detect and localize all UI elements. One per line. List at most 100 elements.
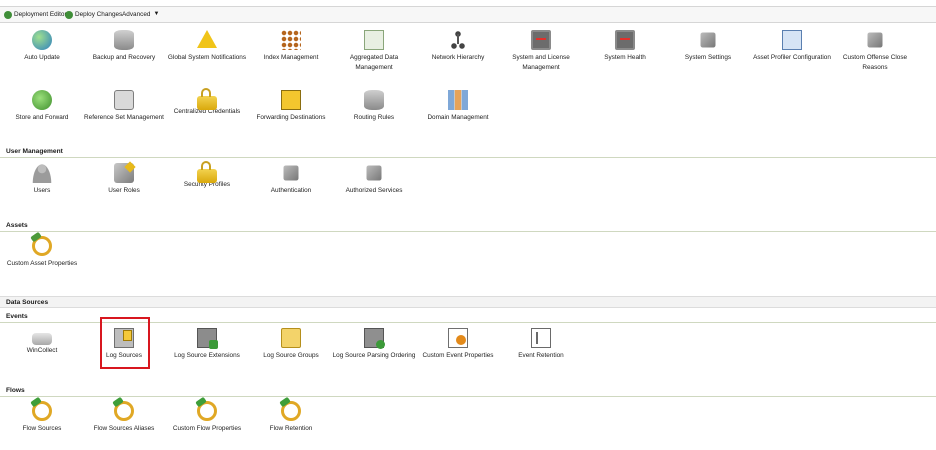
tile-label: Domain Management — [427, 114, 489, 121]
tile-label: Store and Forward — [15, 114, 69, 121]
tile-label: Custom Offense Close Reasons — [842, 54, 908, 71]
flow-sources-icon — [32, 401, 52, 421]
tile-custom-flow-properties[interactable]: Custom Flow Properties — [165, 401, 249, 434]
tile-label: Routing Rules — [353, 114, 395, 121]
network-hierarchy-icon — [448, 30, 468, 50]
tile-custom-asset-properties[interactable]: Custom Asset Properties — [0, 236, 84, 269]
section-assets: Assets — [0, 220, 936, 232]
tile-global-notifications[interactable]: Global System Notifications — [165, 30, 249, 63]
tile-flow-retention[interactable]: Flow Retention — [249, 401, 333, 434]
database-icon — [114, 30, 134, 50]
tile-system-health[interactable]: System Health — [583, 30, 667, 63]
folder-icon — [281, 328, 301, 348]
tile-label: Log Sources — [106, 352, 142, 359]
tile-flow-sources[interactable]: Flow Sources — [0, 401, 84, 434]
tile-network-hierarchy[interactable]: Network Hierarchy — [416, 30, 500, 63]
tile-centralized-credentials[interactable]: Centralized Credentials — [165, 88, 249, 117]
reference-set-icon — [114, 90, 134, 110]
tile-users[interactable]: Users — [0, 163, 84, 196]
tile-security-profiles[interactable]: Security Profiles — [165, 161, 249, 190]
tile-log-source-parsing-ordering[interactable]: Log Source Parsing Ordering — [332, 328, 416, 361]
tile-log-sources[interactable]: Log Sources — [82, 328, 166, 361]
tile-log-source-groups[interactable]: Log Source Groups — [249, 328, 333, 361]
globe-update-icon — [32, 30, 52, 50]
tile-label: Aggregated Data Management — [349, 54, 399, 71]
settings-icon — [700, 32, 716, 48]
retention-icon — [531, 328, 551, 348]
deploy-changes-label: Deploy Changes — [75, 11, 123, 18]
tile-label: Reference Set Management — [84, 114, 164, 121]
license-monitor-icon — [531, 30, 551, 50]
tile-authentication[interactable]: Authentication — [249, 163, 333, 196]
offense-close-icon — [867, 32, 883, 48]
caret-down-icon: ▼ — [153, 11, 160, 17]
tile-backup-recovery[interactable]: Backup and Recovery — [82, 30, 166, 63]
tile-authorized-services[interactable]: Authorized Services — [332, 163, 416, 196]
tile-routing-rules[interactable]: Routing Rules — [332, 90, 416, 123]
deployment-editor-button[interactable]: Deployment Editor — [4, 7, 67, 22]
tile-system-settings[interactable]: System Settings — [666, 30, 750, 63]
log-extensions-icon — [197, 328, 218, 349]
tile-reference-set[interactable]: Reference Set Management — [82, 90, 166, 123]
tile-label: Index Management — [263, 54, 319, 61]
health-monitor-icon — [615, 30, 635, 50]
section-data-sources: Data Sources — [0, 296, 936, 308]
custom-flow-icon — [197, 401, 217, 421]
tile-store-forward[interactable]: Store and Forward — [0, 90, 84, 123]
tile-custom-offense-close[interactable]: Custom Offense Close Reasons — [833, 30, 917, 73]
tile-label: Global System Notifications — [167, 54, 247, 61]
tile-label: System Settings — [684, 54, 732, 61]
tile-auto-update[interactable]: Auto Update — [0, 30, 84, 63]
store-forward-icon — [32, 90, 52, 110]
tile-asset-profiler[interactable]: Asset Profiler Configuration — [750, 30, 834, 63]
advanced-menu[interactable]: Advanced ▼ — [122, 7, 159, 22]
wincollect-icon — [32, 333, 52, 345]
tile-log-source-extensions[interactable]: Log Source Extensions — [165, 328, 249, 361]
tile-label: Forwarding Destinations — [256, 114, 326, 121]
tile-domain-management[interactable]: Domain Management — [416, 90, 500, 123]
deploy-changes-button[interactable]: Deploy Changes — [65, 7, 122, 22]
lock-icon — [197, 88, 217, 110]
tile-label: Log Source Groups — [263, 352, 319, 359]
custom-asset-icon — [32, 236, 52, 256]
tile-label: Backup and Recovery — [92, 54, 156, 61]
asset-profiler-icon — [782, 30, 802, 50]
tile-custom-event-properties[interactable]: Custom Event Properties — [416, 328, 500, 361]
tile-label: Custom Event Properties — [422, 352, 494, 359]
tile-system-license[interactable]: System and License Management — [499, 30, 583, 73]
tile-label: Flow Sources Aliases — [93, 425, 155, 432]
flow-retention-icon — [281, 401, 301, 421]
tile-event-retention[interactable]: Event Retention — [499, 328, 583, 361]
domain-icon — [448, 90, 468, 110]
tile-label: Authentication — [270, 187, 312, 194]
tile-label: Log Source Parsing Ordering — [332, 352, 416, 359]
tile-forwarding-destinations[interactable]: Forwarding Destinations — [249, 90, 333, 123]
tile-wincollect[interactable]: WinCollect — [0, 328, 84, 356]
index-icon — [281, 30, 301, 50]
deployment-editor-label: Deployment Editor — [14, 11, 67, 18]
flow-aliases-icon — [114, 401, 134, 421]
tile-label: Custom Asset Properties — [6, 260, 78, 267]
routing-icon — [364, 90, 384, 110]
section-user-management: User Management — [0, 146, 936, 158]
tile-label: Asset Profiler Configuration — [753, 54, 831, 61]
tile-label: Flow Sources — [22, 425, 62, 432]
users-icon — [32, 163, 52, 183]
tile-aggregated-data[interactable]: Aggregated Data Management — [332, 30, 416, 73]
deploy-changes-icon — [65, 10, 73, 19]
user-roles-icon — [114, 163, 134, 183]
warning-icon — [197, 30, 217, 48]
admin-toolbar: Deployment Editor Deploy Changes Advance… — [0, 6, 936, 23]
tile-label: Auto Update — [24, 54, 60, 61]
tile-flow-sources-aliases[interactable]: Flow Sources Aliases — [82, 401, 166, 434]
tile-index-management[interactable]: Index Management — [249, 30, 333, 63]
aggregated-data-icon — [364, 30, 384, 50]
tile-label: Authorized Services — [345, 187, 403, 194]
tile-label: System and License Management — [512, 54, 570, 71]
tile-label: Network Hierarchy — [431, 54, 485, 61]
subsection-events: Events — [0, 311, 936, 323]
tile-user-roles[interactable]: User Roles — [82, 163, 166, 196]
tile-label: System Health — [604, 54, 646, 61]
security-lock-icon — [197, 161, 217, 183]
deployment-editor-icon — [4, 10, 12, 19]
